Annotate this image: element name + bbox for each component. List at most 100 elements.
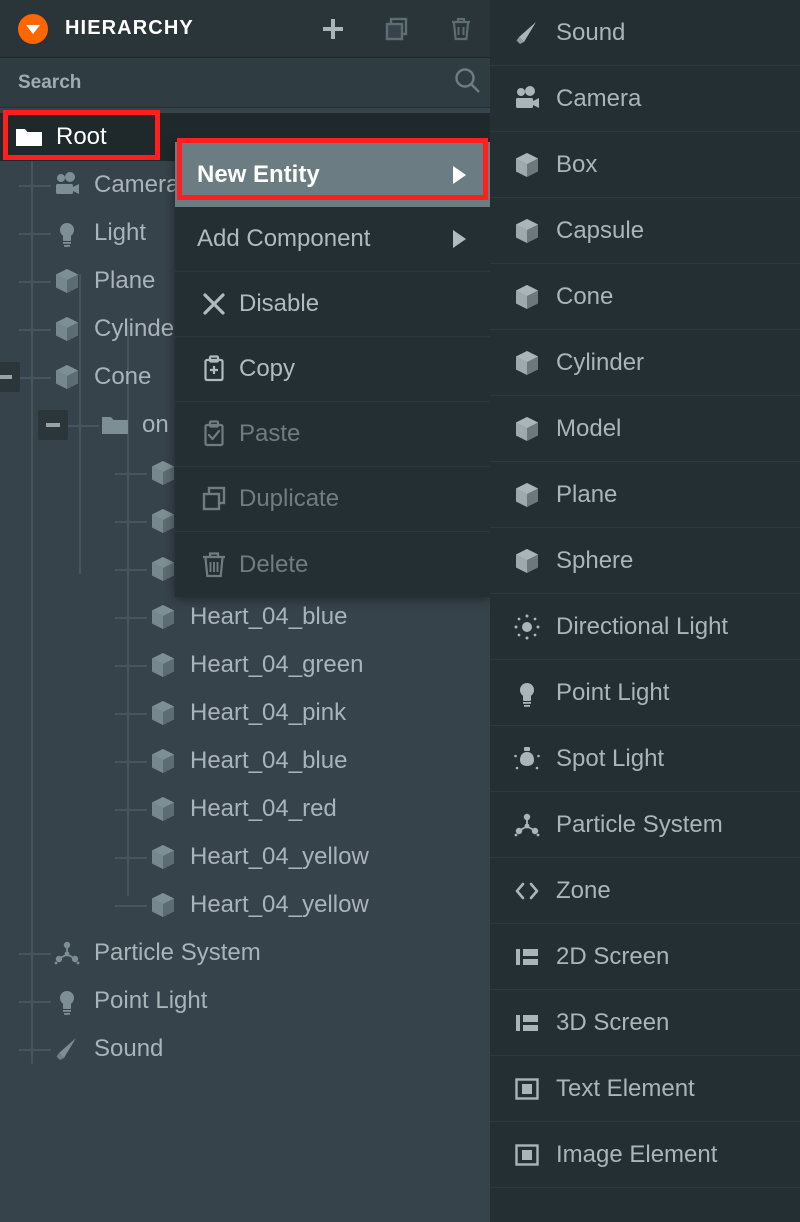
tree-item-label: Heart_04_blue <box>190 603 348 630</box>
tree-item-label: Heart_04_pink <box>190 699 347 726</box>
context-menu-item-new-entity[interactable]: New Entity <box>175 142 490 207</box>
context-menu-item-label: Disable <box>239 290 320 317</box>
panel-header: HIERARCHY <box>0 0 490 58</box>
copy-clipboard-icon <box>197 354 231 384</box>
sound-icon <box>52 1034 82 1064</box>
submenu-item-zone[interactable]: Zone <box>490 858 800 924</box>
context-menu-item-delete: Delete <box>175 532 490 597</box>
trash-icon <box>197 550 231 580</box>
paste-icon <box>197 419 231 449</box>
header-actions <box>318 14 476 44</box>
submenu-item-cylinder[interactable]: Cylinder <box>490 330 800 396</box>
box-icon <box>148 698 178 728</box>
submenu-item-text-element[interactable]: Text Element <box>490 1056 800 1122</box>
submenu-item-sound[interactable]: Sound <box>490 0 800 66</box>
element-icon <box>510 1140 544 1170</box>
chevron-right-icon <box>453 165 466 184</box>
box-icon <box>510 150 544 180</box>
tree-item-sound[interactable]: Sound <box>0 1025 490 1073</box>
screen-icon <box>510 1008 544 1038</box>
box-icon <box>148 554 178 584</box>
submenu-item-camera[interactable]: Camera <box>490 66 800 132</box>
submenu-item-particle-system[interactable]: Particle System <box>490 792 800 858</box>
tree-item-label: Sound <box>94 1035 164 1062</box>
submenu-item-label: 3D Screen <box>556 1008 670 1036</box>
submenu-item-cone[interactable]: Cone <box>490 264 800 330</box>
submenu-item-label: Image Element <box>556 1140 718 1168</box>
submenu-item-plane[interactable]: Plane <box>490 462 800 528</box>
submenu-item-label: Box <box>556 150 598 178</box>
submenu-item-spot-light[interactable]: Spot Light <box>490 726 800 792</box>
context-menu-item-add-component[interactable]: Add Component <box>175 207 490 272</box>
box-icon <box>148 506 178 536</box>
hierarchy-panel: HIERARCHY Search Root Camera Light Plane… <box>0 0 800 1222</box>
particle-icon <box>52 938 82 968</box>
screen-icon <box>510 942 544 972</box>
box-icon <box>510 282 544 312</box>
tree-item-label: on <box>142 411 169 438</box>
submenu-item-sphere[interactable]: Sphere <box>490 528 800 594</box>
box-icon <box>510 348 544 378</box>
tree-item-heart-04-red[interactable]: Heart_04_red <box>0 785 490 833</box>
submenu-item-box[interactable]: Box <box>490 132 800 198</box>
context-menu: New Entity Add Component Disable Copy Paste D… <box>175 142 490 597</box>
copy-icon[interactable] <box>382 14 412 44</box>
submenu-item-3d-screen[interactable]: 3D Screen <box>490 990 800 1056</box>
box-icon <box>148 890 178 920</box>
particle-icon <box>510 810 544 840</box>
submenu-item-label: Directional Light <box>556 612 729 640</box>
box-icon <box>52 266 82 296</box>
tree-item-label: Heart_04_green <box>190 651 364 678</box>
submenu-item-label: Particle System <box>556 810 723 838</box>
box-icon <box>148 458 178 488</box>
context-menu-item-copy[interactable]: Copy <box>175 337 490 402</box>
submenu-item-point-light[interactable]: Point Light <box>490 660 800 726</box>
spot-light-icon <box>510 744 544 774</box>
submenu-item-model[interactable]: Model <box>490 396 800 462</box>
chevron-right-icon <box>453 230 466 248</box>
submenu-item-label: Sound <box>556 18 626 46</box>
plus-icon[interactable] <box>318 14 348 44</box>
tree-item-particle-system[interactable]: Particle System <box>0 929 490 977</box>
trash-icon[interactable] <box>446 14 476 44</box>
submenu-item-capsule[interactable]: Capsule <box>490 198 800 264</box>
context-menu-item-label: Duplicate <box>239 485 340 512</box>
tree-item-heart-04-blue[interactable]: Heart_04_blue <box>0 737 490 785</box>
context-menu-item-disable[interactable]: Disable <box>175 272 490 337</box>
submenu-item-label: Cylinder <box>556 348 645 376</box>
tree-item-point-light[interactable]: Point Light <box>0 977 490 1025</box>
playcanvas-logo-icon[interactable] <box>18 13 48 44</box>
tree-item-label: Cylinder <box>94 315 183 342</box>
duplicate-icon <box>197 484 231 514</box>
context-menu-item-label: Paste <box>239 420 301 447</box>
box-icon <box>52 314 82 344</box>
point-light-icon <box>510 678 544 708</box>
tree-item-heart-04-pink[interactable]: Heart_04_pink <box>0 689 490 737</box>
box-icon <box>510 414 544 444</box>
tree-item-label: Particle System <box>94 939 261 966</box>
submenu-item-directional-light[interactable]: Directional Light <box>490 594 800 660</box>
tree-item-heart-04-green[interactable]: Heart_04_green <box>0 641 490 689</box>
submenu-item-image-element[interactable]: Image Element <box>490 1122 800 1188</box>
submenu-item-label: Text Element <box>556 1074 695 1102</box>
search-icon[interactable] <box>452 65 482 100</box>
tree-item-heart-04-yellow[interactable]: Heart_04_yellow <box>0 833 490 881</box>
submenu-item-label: Point Light <box>556 678 670 706</box>
tree-item-label: Heart_04_red <box>190 795 337 822</box>
box-icon <box>148 794 178 824</box>
context-menu-item-duplicate: Duplicate <box>175 467 490 532</box>
box-icon <box>510 480 544 510</box>
tree-item-heart-04-yellow[interactable]: Heart_04_yellow <box>0 881 490 929</box>
box-icon <box>510 216 544 246</box>
tree-item-label: Root <box>56 123 107 150</box>
submenu-item-label: Cone <box>556 282 614 310</box>
tree-item-label: Heart_04_yellow <box>190 891 369 918</box>
tree-item-heart-04-blue[interactable]: Heart_04_blue <box>0 593 490 641</box>
folder-icon <box>100 410 130 440</box>
submenu-item-label: Plane <box>556 480 618 508</box>
tree-item-label: Point Light <box>94 987 208 1014</box>
tree-item-label: Light <box>94 219 147 246</box>
submenu-item-2d-screen[interactable]: 2D Screen <box>490 924 800 990</box>
search-input[interactable]: Search <box>18 72 81 94</box>
search-bar[interactable]: Search <box>0 58 490 108</box>
